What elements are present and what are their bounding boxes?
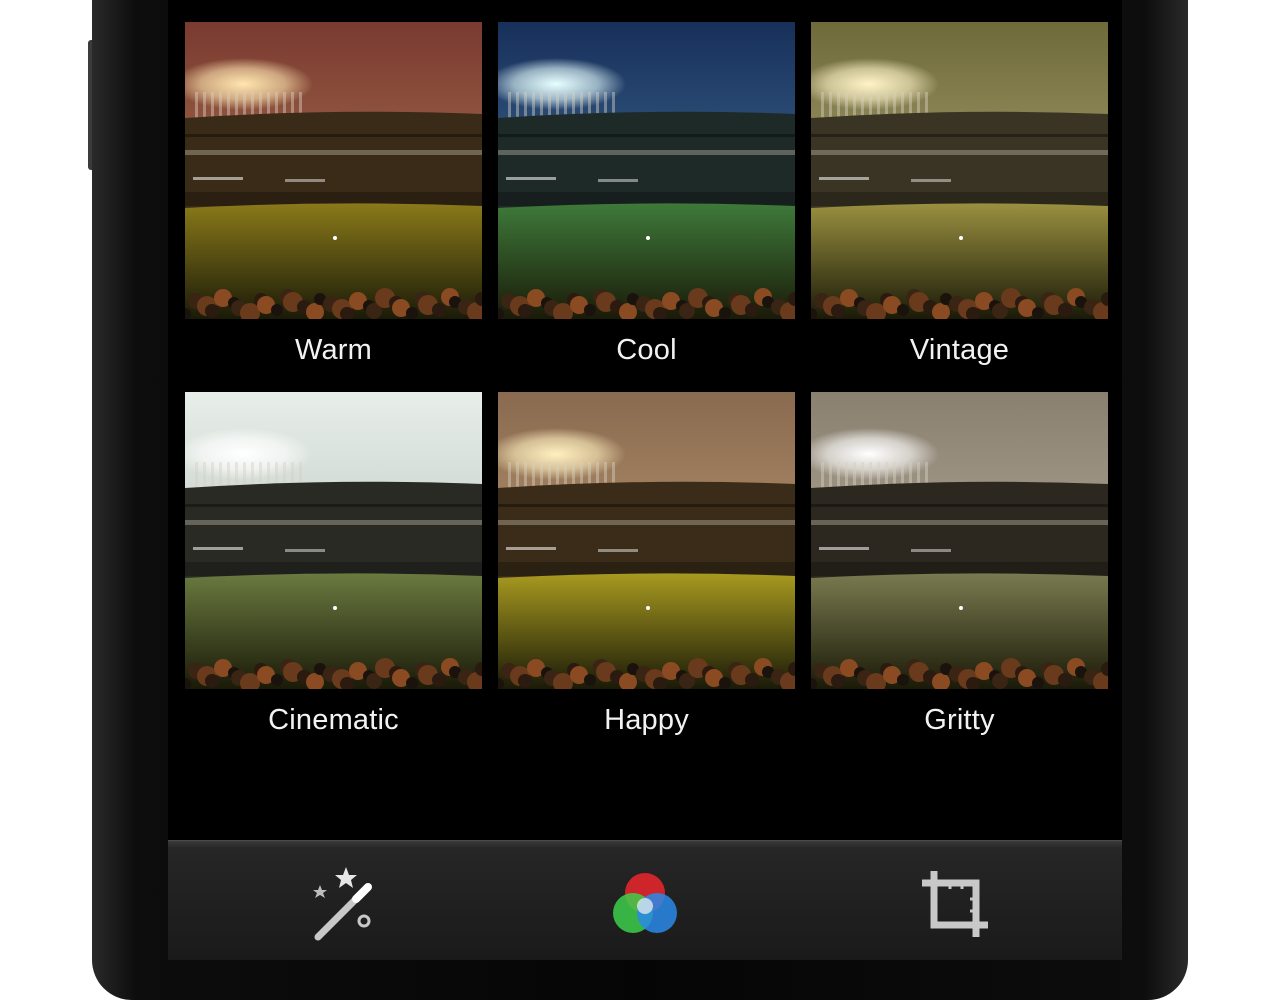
- crop-icon: [922, 871, 988, 937]
- filter-label: Cinematic: [268, 704, 399, 736]
- crop-button[interactable]: [910, 859, 1000, 949]
- filter-label: Warm: [294, 334, 373, 366]
- filter-thumbnail: [498, 392, 795, 689]
- color-circles-icon: [613, 873, 677, 933]
- filter-label: Cool: [616, 334, 677, 366]
- edit-toolbar: [168, 840, 1122, 960]
- filters-button[interactable]: [600, 859, 690, 949]
- filter-tile-happy[interactable]: Happy: [498, 392, 795, 737]
- filter-label: Happy: [604, 704, 689, 736]
- filter-thumbnail: [498, 22, 795, 319]
- phone-screen: Warm Cool Vintage Cinematic Happy Gritty: [168, 0, 1122, 960]
- filter-label: Gritty: [924, 704, 995, 736]
- filter-tile-vintage[interactable]: Vintage: [811, 22, 1108, 367]
- filter-tile-warm[interactable]: Warm: [185, 22, 482, 367]
- magic-wand-icon: [313, 867, 372, 941]
- filter-thumbnail: [811, 22, 1108, 319]
- filter-tile-cinematic[interactable]: Cinematic: [185, 392, 482, 737]
- auto-enhance-button[interactable]: [298, 859, 388, 949]
- filter-tile-gritty[interactable]: Gritty: [811, 392, 1108, 737]
- filter-label: Vintage: [909, 334, 1010, 366]
- filter-thumbnail: [185, 392, 482, 689]
- filter-thumbnail: [185, 22, 482, 319]
- filter-thumbnail: [811, 392, 1108, 689]
- filter-tile-cool[interactable]: Cool: [498, 22, 795, 367]
